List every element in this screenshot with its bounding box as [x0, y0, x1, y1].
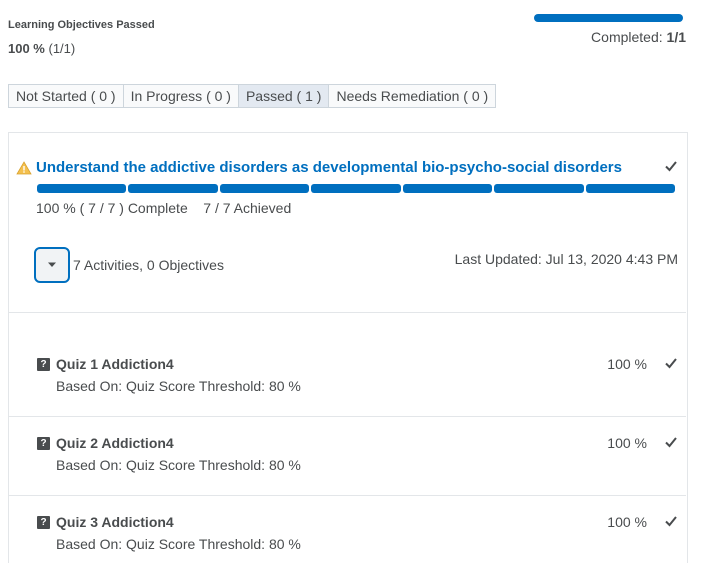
objective-title-link[interactable]: Understand the addictive disorders as de…: [36, 159, 622, 176]
last-updated: Last Updated: Jul 13, 2020 4:43 PM: [454, 251, 678, 267]
checkmark-icon: [665, 516, 677, 527]
activity-title: ? Quiz 1 Addiction4: [37, 356, 174, 372]
activity-score: 100 %: [607, 435, 647, 451]
checkmark-icon: [665, 437, 677, 448]
completed-value: 1/1: [666, 29, 686, 45]
expand-activities-button[interactable]: [34, 247, 70, 283]
activity-name: Quiz 1 Addiction4: [56, 356, 174, 372]
activity-score: 100 %: [607, 514, 647, 530]
percent-value: 100 %: [8, 41, 45, 56]
divider: [9, 312, 686, 313]
objective-panel: [8, 132, 688, 563]
filter-not-started[interactable]: Not Started ( 0 ): [9, 85, 124, 107]
progress-segment: [311, 184, 401, 193]
activity-score: 100 %: [607, 356, 647, 372]
status-filter-group: Not Started ( 0 ) In Progress ( 0 ) Pass…: [8, 84, 497, 108]
filter-needs-remediation[interactable]: Needs Remediation ( 0 ): [329, 85, 496, 107]
activity-criteria: Based On: Quiz Score Threshold: 80 %: [56, 536, 301, 552]
quiz-icon: ?: [37, 515, 50, 529]
activity-title: ? Quiz 3 Addiction4: [37, 514, 174, 530]
checkmark-icon: [665, 358, 677, 369]
objective-status-text: 100 % ( 7 / 7 ) Complete 7 / 7 Achieved: [36, 200, 292, 216]
activity-name: Quiz 2 Addiction4: [56, 435, 174, 451]
activity-criteria: Based On: Quiz Score Threshold: 80 %: [56, 378, 301, 394]
quiz-icon: ?: [37, 357, 50, 371]
activity-title: ? Quiz 2 Addiction4: [37, 435, 174, 451]
divider: [9, 416, 686, 417]
section-title: Learning Objectives Passed: [8, 19, 155, 31]
filter-in-progress[interactable]: In Progress ( 0 ): [123, 85, 239, 107]
progress-segment: [37, 184, 127, 193]
overall-percent: 100 % (1/1): [8, 41, 75, 56]
warning-triangle-icon: [16, 160, 32, 174]
overall-progress-bar: [534, 14, 683, 22]
checkmark-icon: [665, 161, 677, 172]
completed-summary: Completed: 1/1: [591, 29, 686, 45]
objective-header: Understand the addictive disorders as de…: [16, 159, 622, 176]
progress-segment: [402, 184, 493, 193]
quiz-icon: ?: [37, 436, 50, 450]
activity-name: Quiz 3 Addiction4: [56, 514, 174, 530]
percent-fraction: (1/1): [48, 41, 76, 56]
progress-segment: [494, 184, 584, 193]
activities-count: 7 Activities, 0 Objectives: [73, 257, 224, 273]
progress-segment: [219, 184, 310, 193]
divider: [9, 495, 686, 496]
activity-criteria: Based On: Quiz Score Threshold: 80 %: [56, 457, 301, 473]
completed-label: Completed:: [591, 29, 663, 45]
caret-down-icon: [48, 262, 56, 267]
filter-passed[interactable]: Passed ( 1 ): [238, 85, 330, 107]
progress-segment: [585, 184, 675, 193]
progress-segment: [128, 184, 218, 193]
objective-progress-bar: [37, 184, 675, 193]
